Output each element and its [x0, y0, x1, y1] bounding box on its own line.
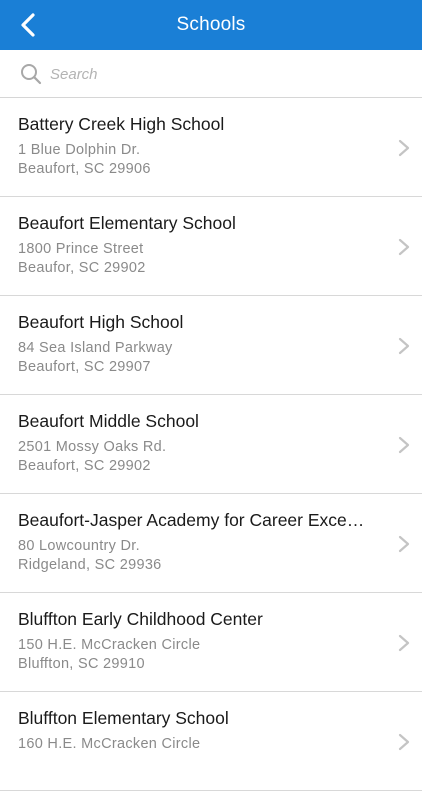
school-address-line1: 84 Sea Island Parkway — [18, 340, 173, 356]
school-address-line2: Beaufort, SC 29906 — [18, 161, 151, 177]
school-name: Beaufort High School — [18, 312, 184, 332]
search-bar — [0, 50, 422, 98]
school-address-line2: Beaufort, SC 29902 — [18, 458, 151, 474]
search-icon — [21, 64, 42, 85]
search-input[interactable] — [48, 58, 402, 90]
school-list-item[interactable]: Bluffton Early Childhood Center 150 H.E.… — [0, 593, 422, 692]
school-name: Beaufort-Jasper Academy for Career Exce… — [18, 510, 365, 530]
page-title: Schools — [176, 14, 246, 35]
chevron-right-icon — [398, 238, 410, 256]
school-address-line1: 2501 Mossy Oaks Rd. — [18, 439, 167, 455]
school-name: Beaufort Middle School — [18, 411, 199, 431]
school-address-line2: Beaufort, SC 29907 — [18, 359, 151, 375]
school-address-line1: 1 Blue Dolphin Dr. — [18, 142, 141, 158]
chevron-right-icon — [398, 634, 410, 652]
chevron-right-icon — [398, 733, 410, 751]
chevron-right-icon — [398, 436, 410, 454]
school-list-item[interactable]: Beaufort High School 84 Sea Island Parkw… — [0, 296, 422, 395]
back-button[interactable] — [8, 0, 48, 50]
school-address-line1: 150 H.E. McCracken Circle — [18, 637, 201, 653]
school-list-item[interactable]: Battery Creek High School 1 Blue Dolphin… — [0, 98, 422, 197]
school-address-line1: 1800 Prince Street — [18, 241, 144, 257]
school-address-line2: Beaufor, SC 29902 — [18, 260, 146, 276]
chevron-left-icon — [21, 13, 35, 37]
school-name: Bluffton Elementary School — [18, 708, 229, 728]
navigation-bar: Schools — [0, 0, 422, 50]
chevron-right-icon — [398, 535, 410, 553]
school-address-line2: Ridgeland, SC 29936 — [18, 557, 162, 573]
school-address-line1: 80 Lowcountry Dr. — [18, 538, 140, 554]
chevron-right-icon — [398, 337, 410, 355]
school-name: Bluffton Early Childhood Center — [18, 609, 263, 629]
chevron-right-icon — [398, 139, 410, 157]
school-list: Battery Creek High School 1 Blue Dolphin… — [0, 98, 422, 791]
school-address-line2: Bluffton, SC 29910 — [18, 656, 145, 672]
school-name: Beaufort Elementary School — [18, 213, 236, 233]
school-list-item[interactable]: Bluffton Elementary School 160 H.E. McCr… — [0, 692, 422, 791]
school-name: Battery Creek High School — [18, 114, 225, 134]
school-list-item[interactable]: Beaufort-Jasper Academy for Career Exce…… — [0, 494, 422, 593]
school-list-item[interactable]: Beaufort Elementary School 1800 Prince S… — [0, 197, 422, 296]
school-list-item[interactable]: Beaufort Middle School 2501 Mossy Oaks R… — [0, 395, 422, 494]
